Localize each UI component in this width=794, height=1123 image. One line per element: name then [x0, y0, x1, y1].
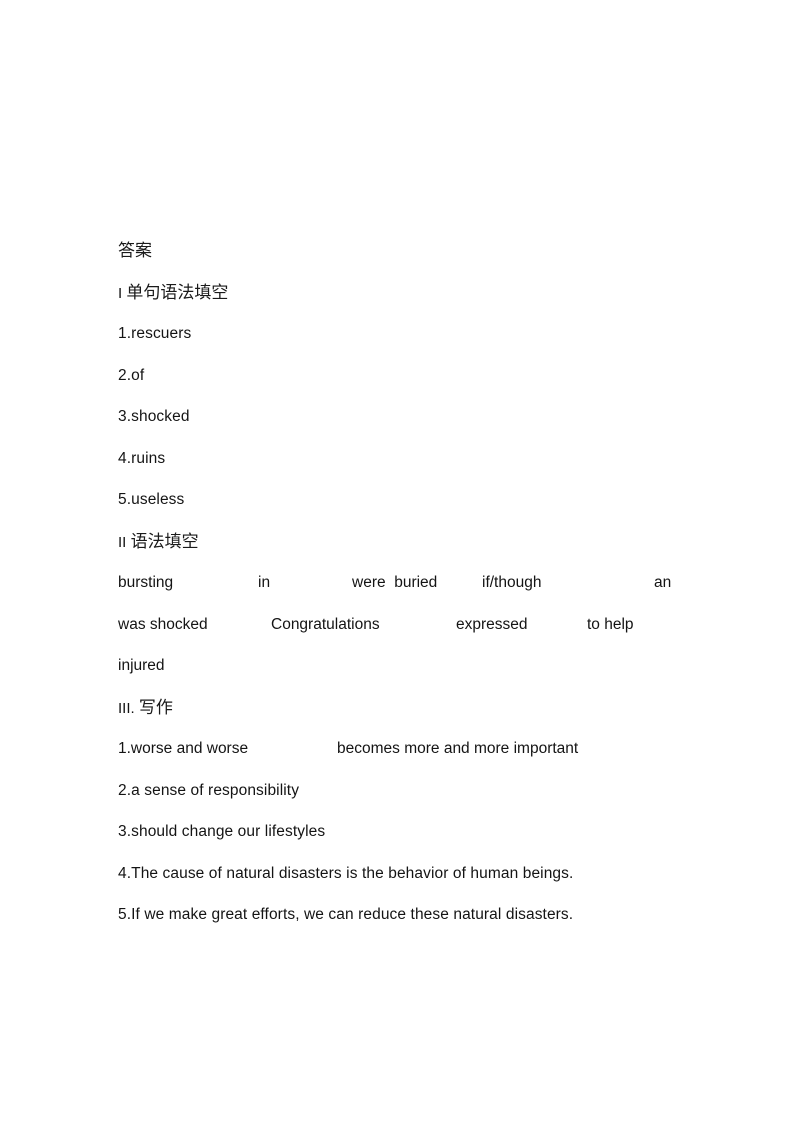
writing-answer-row: 5.If we make great efforts, we can reduc… [118, 906, 574, 923]
section-numeral-1: I [118, 284, 123, 302]
word-bank-item: if/though [482, 574, 542, 591]
word-bank-item: expressed [456, 615, 528, 633]
page-title: 答案 [118, 241, 152, 260]
answer-item: 2.of [118, 366, 145, 384]
word-bank-item: injured [118, 657, 165, 674]
word-bank-item: to help [587, 615, 634, 633]
writing-answer-row: 1.worse and worse becomes more and more … [118, 728, 678, 770]
word-bank-item: bursting [118, 574, 174, 591]
section-title-1: 单句语法填空 [126, 282, 229, 302]
writing-answer-right: becomes more and more important [337, 740, 579, 757]
writing-answer-left: 1.worse and worse [118, 740, 249, 757]
section-heading-2: II 语法填空 [118, 521, 678, 563]
document-body: 答案 I 单句语法填空 1.rescuers 2.of 3.shocked 4.… [118, 230, 678, 936]
section-title-2: 语法填空 [130, 531, 199, 551]
answer-item: 3.shocked [118, 408, 190, 425]
word-bank-row: bursting in were buried if/though an [118, 562, 678, 604]
word-bank-item: an [654, 574, 672, 591]
writing-answer-row: 2.a sense of responsibility [118, 781, 300, 799]
word-bank-item: were buried [352, 574, 438, 591]
section-numeral-2: II [118, 533, 127, 551]
answer-item: 5.useless [118, 491, 185, 508]
writing-answer-row: 4.The cause of natural disasters is the … [118, 864, 574, 882]
word-bank-item: was shocked [118, 615, 208, 633]
section-heading-3: III. 写作 [118, 687, 678, 729]
section-heading-1: I 单句语法填空 [118, 272, 678, 314]
answer-item: 1.rescuers [118, 325, 192, 342]
writing-answer-row: 3.should change our lifestyles [118, 823, 326, 840]
answer-item: 4.ruins [118, 449, 166, 467]
section-title-3: 写作 [138, 697, 173, 717]
word-bank-item: in [258, 574, 271, 591]
word-bank-row: injured [118, 645, 678, 687]
word-bank-row: was shocked Congratulations expressed to… [118, 604, 678, 646]
document-page: 答案 I 单句语法填空 1.rescuers 2.of 3.shocked 4.… [0, 0, 794, 1123]
word-bank-item: Congratulations [271, 615, 380, 633]
section-numeral-3: III. [118, 699, 135, 717]
